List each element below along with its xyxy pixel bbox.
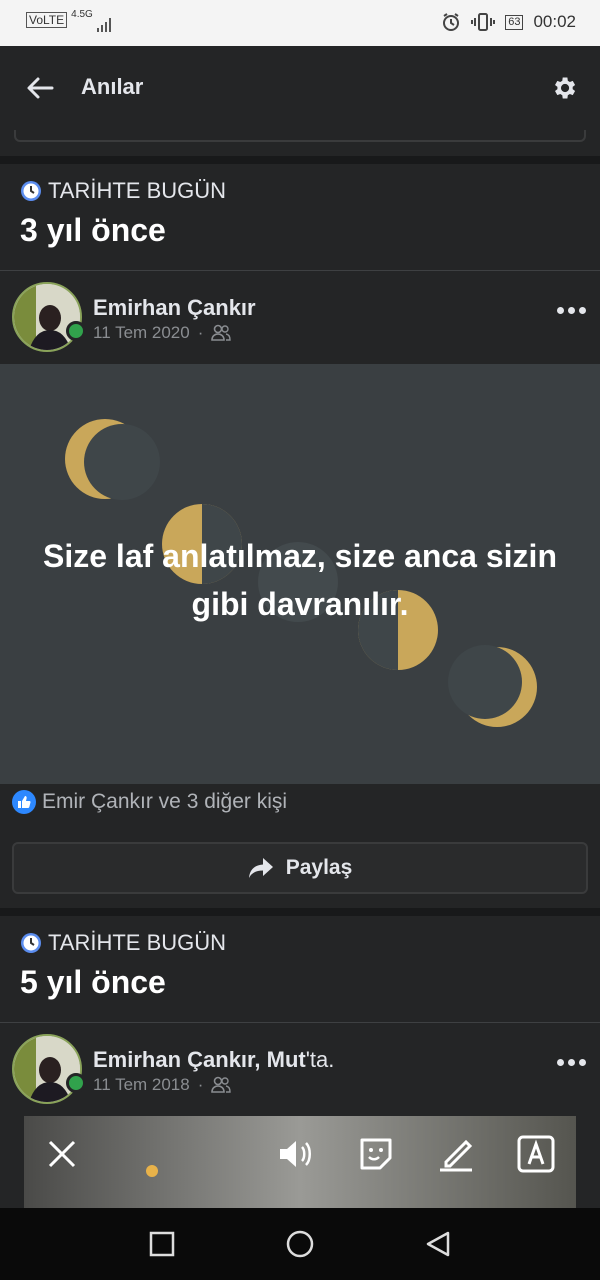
settings-gear-icon[interactable] (550, 74, 578, 102)
online-status-dot (66, 321, 86, 341)
avatar[interactable] (12, 282, 82, 352)
more-options-icon[interactable] (557, 1059, 586, 1066)
back-arrow-icon[interactable] (24, 72, 56, 104)
years-ago-heading: 3 yıl önce (20, 212, 166, 248)
avatar[interactable] (12, 1034, 82, 1104)
memory-header: TARİHTE BUGÜN 3 yıl önce (0, 164, 600, 270)
sticker-icon[interactable] (356, 1134, 396, 1174)
alarm-icon (443, 13, 460, 31)
reactions-summary[interactable]: Emir Çankır ve 3 diğer kişi (12, 790, 287, 814)
text-tool-icon[interactable] (516, 1134, 556, 1174)
friends-audience-icon (211, 1076, 232, 1093)
memory-header: TARİHTE BUGÜN 5 yıl önce (0, 916, 600, 1022)
system-navigation-bar (0, 1208, 600, 1280)
post-media-image[interactable] (24, 1116, 576, 1216)
clock-icon (21, 933, 41, 953)
share-button[interactable]: Paylaş (12, 842, 588, 894)
share-label: Paylaş (285, 856, 353, 879)
status-bar: VoLTE 4.5G 63 00:02 (0, 0, 600, 46)
recents-square-icon[interactable] (148, 1230, 176, 1258)
post-date[interactable]: 11 Tem 2018 (93, 1075, 190, 1095)
friends-audience-icon (211, 324, 232, 341)
more-options-icon[interactable] (557, 307, 586, 314)
reactions-text: Emir Çankır ve 3 diğer kişi (42, 790, 288, 813)
network-type: 4.5G (71, 9, 93, 20)
volte-indicator: VoLTE (26, 12, 68, 28)
online-status-dot (66, 1073, 86, 1093)
status-time: 00:02 (533, 12, 576, 31)
post-header: Emirhan Çankır 11 Tem 2020 · (0, 271, 600, 364)
previous-memory-card (0, 130, 600, 156)
back-triangle-icon[interactable] (424, 1230, 452, 1258)
section-label: TARİHTE BUGÜN (48, 930, 227, 955)
quote-text: Size laf anlatılmaz, size anca sizin gib… (43, 538, 557, 622)
app-header: Anılar (0, 46, 600, 130)
signal-icon (96, 16, 111, 32)
close-icon[interactable] (42, 1134, 82, 1174)
draw-pen-icon[interactable] (436, 1134, 476, 1174)
vibrate-icon (471, 13, 496, 31)
share-arrow-icon (248, 858, 273, 878)
post-author[interactable]: Emirhan Çankır, (93, 1047, 267, 1072)
like-reaction-icon (12, 790, 36, 814)
location-suffix: 'ta. (305, 1047, 335, 1072)
volume-icon[interactable] (276, 1134, 316, 1174)
section-label: TARİHTE BUGÜN (48, 178, 227, 203)
home-circle-icon[interactable] (286, 1230, 314, 1258)
page-title: Anılar (81, 74, 144, 99)
battery-indicator: 63 (505, 14, 524, 30)
post-location[interactable]: Mut (267, 1047, 306, 1072)
clock-icon (21, 181, 41, 201)
years-ago-heading: 5 yıl önce (20, 964, 166, 1000)
post-date[interactable]: 11 Tem 2020 (93, 323, 190, 343)
post-author[interactable]: Emirhan Çankır (93, 295, 256, 321)
post-quote-image[interactable]: Size laf anlatılmaz, size anca sizin gib… (0, 364, 600, 784)
